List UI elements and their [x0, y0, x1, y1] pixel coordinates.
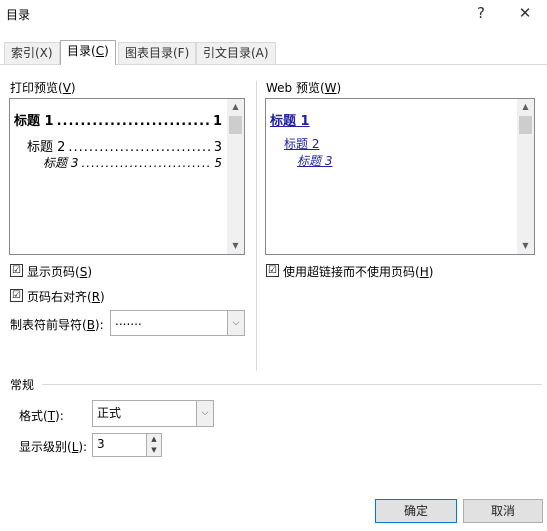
general-group-label: 常规 [10, 378, 35, 392]
use-hyperlinks-label: 使用超链接而不使用页码(H) [283, 265, 434, 279]
dialog-title: 目录 [6, 8, 31, 22]
web-preview-label: Web 预览(W) [266, 81, 342, 95]
general-group-line [42, 384, 542, 385]
chevron-down-icon[interactable]: ⌵ [227, 311, 244, 335]
format-dropdown[interactable]: 正式 ⌵ [92, 400, 214, 427]
title-bar: 目录 ? ✕ [0, 0, 547, 28]
tab-leader-dropdown[interactable]: ....... ⌵ [110, 310, 245, 336]
web-preview-link-2[interactable]: 标题 2 [284, 135, 319, 152]
column-divider [256, 81, 257, 371]
scroll-thumb[interactable] [229, 116, 242, 134]
scroll-up-icon[interactable]: ▲ [227, 100, 244, 114]
scroll-up-icon[interactable]: ▲ [517, 100, 534, 114]
tab-panel: 打印预览(V) 标题 11 标题 23 标题 35 ▲ ▼ Web 预览(W) … [0, 64, 547, 531]
tab-toc-label: 目录(C) [67, 44, 109, 58]
tab-figures-label: 图表目录(F) [125, 46, 190, 60]
levels-spinner-buttons: ▲ ▼ [146, 434, 161, 456]
print-preview-entry-3: 标题 35 [43, 154, 222, 171]
show-page-numbers-label: 显示页码(S) [27, 265, 92, 279]
levels-spinner[interactable]: 3 ▲ ▼ [92, 433, 162, 457]
print-preview-box: 标题 11 标题 23 标题 35 ▲ ▼ [9, 98, 245, 255]
scroll-down-icon[interactable]: ▼ [517, 239, 534, 253]
right-align-checkbox[interactable]: ☑ [10, 289, 23, 302]
levels-label: 显示级别(L): [19, 440, 88, 454]
print-preview-entry-2: 标题 23 [27, 136, 222, 155]
tab-table-of-figures[interactable]: 图表目录(F) [118, 42, 197, 64]
show-page-numbers-checkbox[interactable]: ☑ [10, 264, 23, 277]
scroll-thumb[interactable] [519, 116, 532, 134]
print-preview-label: 打印预览(V) [10, 81, 76, 95]
chevron-down-icon[interactable]: ⌵ [196, 401, 213, 426]
spin-up-icon[interactable]: ▲ [147, 434, 161, 445]
web-preview-link-3[interactable]: 标题 3 [297, 152, 332, 169]
tab-leader-label: 制表符前导符(B): [10, 318, 104, 332]
ok-button[interactable]: 确定 [375, 499, 457, 523]
cancel-button[interactable]: 取消 [463, 499, 543, 523]
tab-authorities-label: 引文目录(A) [203, 46, 269, 60]
web-preview-box: 标题 1 标题 2 标题 3 ▲ ▼ [265, 98, 535, 255]
print-preview-entry-1: 标题 11 [14, 110, 222, 129]
format-label: 格式(T): [19, 409, 64, 423]
tab-index[interactable]: 索引(X) [4, 42, 60, 64]
tab-toc[interactable]: 目录(C) [60, 40, 116, 65]
use-hyperlinks-checkbox[interactable]: ☑ [266, 264, 279, 277]
tab-strip: 索引(X) 目录(C) 图表目录(F) 引文目录(A) [0, 40, 547, 65]
close-icon[interactable]: ✕ [512, 2, 538, 24]
web-preview-link-1[interactable]: 标题 1 [270, 110, 310, 129]
tab-leader-value: ....... [115, 314, 142, 328]
print-preview-scrollbar[interactable]: ▲ ▼ [227, 99, 244, 254]
scroll-down-icon[interactable]: ▼ [227, 239, 244, 253]
tab-index-label: 索引(X) [11, 46, 53, 60]
tab-table-of-authorities[interactable]: 引文目录(A) [196, 42, 276, 64]
format-value: 正式 [97, 406, 122, 420]
right-align-label: 页码右对齐(R) [27, 290, 105, 304]
spin-down-icon[interactable]: ▼ [147, 445, 161, 456]
help-icon[interactable]: ? [468, 2, 494, 24]
levels-value: 3 [97, 437, 105, 451]
web-preview-scrollbar[interactable]: ▲ ▼ [517, 99, 534, 254]
